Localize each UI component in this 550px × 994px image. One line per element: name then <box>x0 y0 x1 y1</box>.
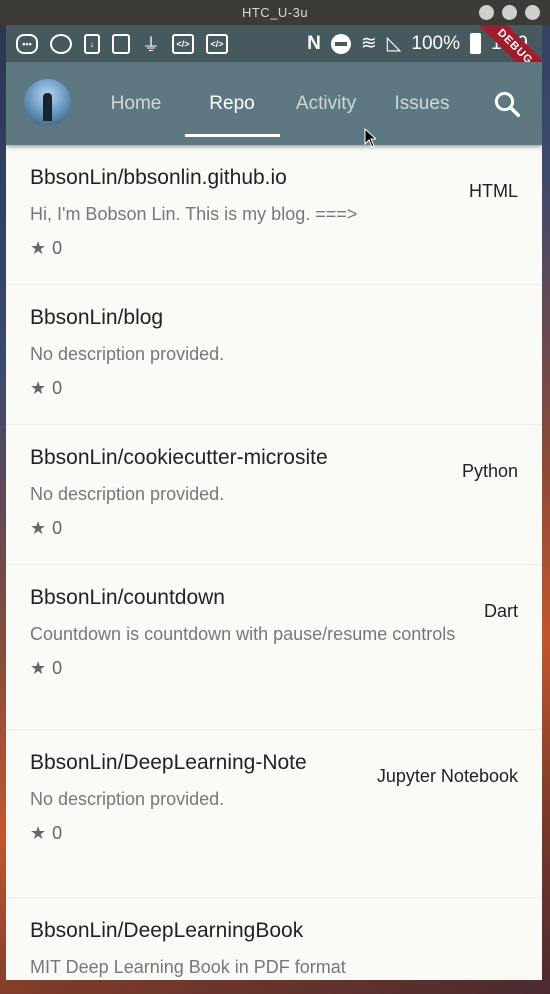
avatar-person <box>43 93 52 121</box>
battery-percent: 100% <box>411 32 461 54</box>
repo-language: Dart <box>483 601 518 621</box>
list-item[interactable]: Dart BbsonLin/countdown Countdown is cou… <box>6 565 542 730</box>
tab-home[interactable]: Home <box>94 62 178 145</box>
close-button[interactable] <box>525 5 540 20</box>
repo-stars: ★ 0 <box>30 658 518 679</box>
code-icon: </> <box>172 33 194 54</box>
list-item[interactable]: Python BbsonLin/cookiecutter-microsite N… <box>6 425 542 565</box>
download-icon: ↓ <box>84 33 100 54</box>
tab-activity[interactable]: Activity <box>284 62 368 145</box>
repo-description: Hi, I'm Bobson Lin. This is my blog. ===… <box>30 204 358 224</box>
repo-description: No description provided. <box>30 789 225 809</box>
status-bar: ••• ↓ ⏚ </> </> N ≋ ◺ 100% 1:19 DEBUG <box>6 25 542 93</box>
repo-description: Countdown is countdown with pause/resume… <box>30 624 456 644</box>
repo-name: BbsonLin/cookiecutter-microsite <box>30 446 328 469</box>
tab-indicator <box>185 134 280 137</box>
window-controls <box>479 5 540 20</box>
sim-icon <box>112 33 130 54</box>
window-title: HTC_U-3u <box>241 5 309 20</box>
repo-stars: ★ 0 <box>30 518 518 539</box>
star-icon: ★ <box>30 658 47 678</box>
chat-bubble-icon: ••• <box>16 33 38 54</box>
tab-repo[interactable]: Repo <box>186 62 278 145</box>
minimize-button[interactable] <box>479 5 494 20</box>
tab-home-label: Home <box>110 92 162 114</box>
search-icon[interactable] <box>492 89 522 119</box>
list-item[interactable]: HTML BbsonLin/bbsonlin.github.io Hi, I'm… <box>6 145 542 285</box>
list-item[interactable]: Jupyter Notebook BbsonLin/DeepLearning-N… <box>6 730 542 898</box>
repo-description: No description provided. <box>30 484 225 504</box>
repo-name: BbsonLin/DeepLearning-Note <box>30 751 307 774</box>
tab-issues-label: Issues <box>394 92 450 114</box>
tab-activity-label: Activity <box>295 92 357 114</box>
star-count: 0 <box>52 658 63 678</box>
star-count: 0 <box>52 518 63 538</box>
repo-description: No description provided. <box>30 344 225 364</box>
repo-name: BbsonLin/DeepLearningBook <box>30 919 304 942</box>
wifi-icon: ≋ <box>360 33 377 54</box>
repo-description: MIT Deep Learning Book in PDF format <box>30 957 346 977</box>
repo-language: HTML <box>469 181 518 201</box>
repo-name: BbsonLin/countdown <box>30 586 225 609</box>
repo-stars: ★ 0 <box>30 378 518 399</box>
tab-issues[interactable]: Issues <box>380 62 464 145</box>
avatar[interactable] <box>24 79 71 126</box>
tab-repo-label: Repo <box>209 92 255 114</box>
star-icon: ★ <box>30 823 47 843</box>
star-icon: ★ <box>30 518 47 538</box>
emulator-titlebar: HTC_U-3u <box>0 0 550 25</box>
battery-icon <box>470 33 482 54</box>
globe-icon <box>50 33 72 54</box>
repo-stars: ★ 0 <box>30 823 518 844</box>
mouse-cursor-icon <box>364 128 376 148</box>
list-item[interactable]: BbsonLin/blog No description provided. ★… <box>6 285 542 425</box>
repo-language: Jupyter Notebook <box>376 766 518 786</box>
star-count: 0 <box>52 823 63 843</box>
phone-screen: ••• ↓ ⏚ </> </> N ≋ ◺ 100% 1:19 DEBUG Ho… <box>6 25 542 980</box>
no-signal-icon: ◺ <box>386 33 402 54</box>
repo-language: Python <box>461 461 518 481</box>
star-icon: ★ <box>30 378 47 398</box>
nfc-icon: N <box>307 32 321 54</box>
list-item[interactable]: BbsonLin/DeepLearningBook MIT Deep Learn… <box>6 898 542 980</box>
star-count: 0 <box>52 378 63 398</box>
repo-list[interactable]: HTML BbsonLin/bbsonlin.github.io Hi, I'm… <box>6 145 542 980</box>
usb-icon: ⏚ <box>142 34 160 55</box>
maximize-button[interactable] <box>502 5 517 20</box>
repo-name: BbsonLin/blog <box>30 306 164 329</box>
repo-name: BbsonLin/bbsonlin.github.io <box>30 166 287 189</box>
code-icon-2: </> <box>206 33 228 54</box>
star-icon: ★ <box>30 238 47 258</box>
repo-stars: ★ 0 <box>30 238 518 259</box>
star-count: 0 <box>52 238 63 258</box>
app-bar: Home Repo Activity Issues <box>6 62 542 145</box>
do-not-disturb-icon <box>330 33 351 54</box>
